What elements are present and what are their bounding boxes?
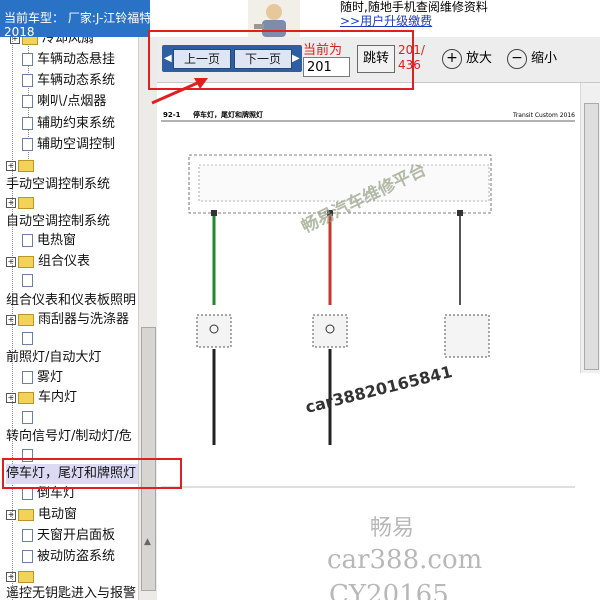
tree-item[interactable]: 车辆动态系统 bbox=[22, 71, 115, 91]
expand-icon[interactable]: + bbox=[6, 392, 16, 403]
zoom-in-icon: + bbox=[442, 49, 462, 69]
red-arrow-icon bbox=[151, 78, 208, 105]
zoom-in-button[interactable]: + 放大 bbox=[442, 48, 492, 70]
tree-item[interactable] bbox=[22, 408, 37, 428]
tree-item[interactable]: + 车内灯 bbox=[6, 388, 77, 408]
tree-item[interactable]: + 组合仪表 bbox=[6, 252, 90, 272]
tree-item[interactable]: 车辆动态悬挂 bbox=[22, 50, 115, 70]
tree-item[interactable]: 前照灯/自动大灯 bbox=[6, 348, 101, 368]
module-inner bbox=[198, 164, 490, 202]
expand-icon[interactable]: + bbox=[10, 37, 20, 44]
watermark-phone: car38820165841 bbox=[303, 362, 454, 417]
document-icon bbox=[22, 274, 33, 287]
document-viewer: ◀ 上一页 下一页 ▶ 当前为 201 跳转 201/ 436 + 放大 − 缩小 … bbox=[157, 37, 600, 600]
zoom-out-button[interactable]: − 缩小 bbox=[507, 48, 557, 70]
folder-icon bbox=[22, 37, 38, 45]
viewer-scrollbar[interactable] bbox=[580, 83, 600, 373]
folder-icon bbox=[18, 391, 34, 404]
document-icon bbox=[22, 95, 33, 108]
expand-icon[interactable]: + bbox=[6, 314, 16, 325]
document-icon bbox=[22, 332, 33, 345]
expand-icon[interactable]: + bbox=[6, 197, 16, 208]
tree-item[interactable]: 手动空调控制系统 bbox=[6, 175, 110, 195]
pin bbox=[457, 210, 463, 216]
zoom-out-icon: − bbox=[507, 49, 527, 69]
document-icon bbox=[22, 234, 33, 247]
watermark-code: CY20165 bbox=[329, 580, 449, 600]
document-icon bbox=[22, 74, 33, 87]
folder-icon bbox=[18, 508, 34, 521]
tree-item[interactable]: 遥控无钥匙进入与报警 bbox=[6, 584, 136, 600]
tree-item[interactable]: 辅助空调控制 bbox=[22, 135, 115, 155]
lamp-box-mid bbox=[312, 314, 348, 348]
tree-item[interactable]: 电热窗 bbox=[22, 231, 76, 251]
folder-icon bbox=[18, 255, 34, 268]
tree-item[interactable]: 组合仪表和仪表板照明 bbox=[6, 291, 136, 311]
scroll-arrow-icon[interactable]: ▲ bbox=[144, 537, 151, 547]
folder-icon bbox=[18, 313, 34, 326]
tree-folder-row[interactable]: + bbox=[6, 156, 38, 176]
lamp-box-right bbox=[444, 314, 490, 358]
wiring-diagram: 92-1 停车灯，尾灯和牌照灯 Transit Custom 2016 畅易汽车… bbox=[157, 83, 600, 600]
tree-scrollbar[interactable]: ▲ bbox=[138, 37, 158, 600]
document-icon bbox=[22, 117, 33, 130]
tree-item-cooling-fan[interactable]: + 冷却风扇 bbox=[10, 37, 94, 49]
notice-text: 随时,随地手机查阅维修资料 bbox=[340, 0, 488, 14]
tree-item[interactable]: 转向信号灯/制动灯/危 bbox=[6, 427, 132, 447]
expand-icon[interactable]: + bbox=[6, 256, 16, 267]
category-tree: + 冷却风扇 车辆动态悬挂 车辆动态系统 喇叭/点烟器 辅助约束系统 辅助空调控制… bbox=[0, 37, 138, 600]
document-icon bbox=[22, 371, 33, 384]
wiring-diagram-svg: 92-1 停车灯，尾灯和牌照灯 Transit Custom 2016 畅易汽车… bbox=[161, 110, 575, 600]
tree-item[interactable]: 辅助约束系统 bbox=[22, 114, 115, 134]
section-code: 92-1 bbox=[163, 111, 181, 119]
document-icon bbox=[22, 550, 33, 563]
tree-item[interactable] bbox=[22, 329, 37, 349]
scrollbar-thumb[interactable] bbox=[584, 103, 599, 370]
tree-item[interactable] bbox=[22, 271, 37, 291]
watermark-brand: 畅易 bbox=[370, 516, 414, 541]
tree-item[interactable]: 雾灯 bbox=[22, 368, 63, 388]
expand-icon[interactable]: + bbox=[6, 160, 16, 171]
folder-icon bbox=[18, 570, 34, 583]
document-icon bbox=[22, 411, 33, 424]
tree-item[interactable]: 自动空调控制系统 bbox=[6, 212, 110, 232]
highlight-box-selected-item bbox=[2, 458, 182, 489]
current-car-label: 当前车型： 厂家:J-江铃福特全顺（Transit） 2018 bbox=[0, 0, 150, 37]
tree-item[interactable]: + 电动窗 bbox=[6, 505, 77, 525]
expand-icon[interactable]: + bbox=[6, 509, 16, 520]
document-icon bbox=[22, 138, 33, 151]
tree-item[interactable]: + 雨刮器与洗涤器 bbox=[6, 310, 129, 330]
folder-icon bbox=[18, 159, 34, 172]
expand-icon[interactable]: + bbox=[6, 571, 16, 582]
tree-item[interactable]: 喇叭/点烟器 bbox=[22, 92, 106, 112]
pin bbox=[211, 210, 217, 216]
section-title: 停车灯，尾灯和牌照灯 bbox=[193, 110, 263, 119]
tree-item[interactable]: 天窗开启面板 bbox=[22, 526, 115, 546]
tree-item[interactable]: 被动防盗系统 bbox=[22, 547, 115, 567]
model-name: Transit Custom 2016 bbox=[512, 112, 575, 119]
upgrade-link[interactable]: >>用户升级缴费 bbox=[340, 14, 432, 28]
watermark-site: car388.com bbox=[327, 545, 482, 575]
folder-icon bbox=[18, 196, 34, 209]
document-icon bbox=[22, 53, 33, 66]
tree-folder-row[interactable]: + bbox=[6, 193, 38, 213]
document-icon bbox=[22, 529, 33, 542]
lamp-box-left bbox=[196, 314, 232, 348]
